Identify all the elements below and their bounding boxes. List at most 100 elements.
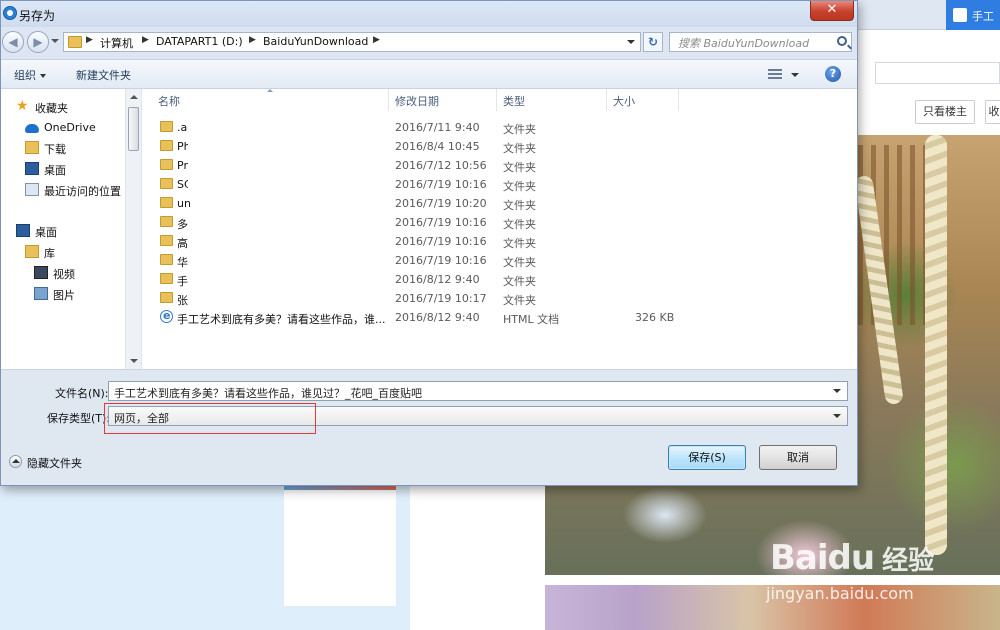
nav-item-videos[interactable]: 视频 [1,263,125,283]
filetype-label: 保存类型(T): [47,412,111,425]
folder-icon [160,178,173,189]
redacted-area [188,211,378,311]
star-icon: ★ [16,98,29,114]
dialog-titlebar[interactable]: 另存为 ✕ [1,1,857,27]
file-type: 文件夹 [503,237,536,250]
history-dropdown-icon[interactable] [51,39,59,43]
help-icon[interactable]: ? [825,66,841,82]
onedrive-icon [25,124,39,133]
file-date: 2016/7/19 10:20 [395,197,487,210]
nav-item-pictures[interactable]: 图片 [1,284,125,304]
file-type: 文件夹 [503,142,536,155]
file-type: 文件夹 [503,161,536,174]
nav-scrollbar[interactable] [125,89,141,369]
close-button[interactable]: ✕ [810,1,854,21]
filename-label: 文件名(N): [55,387,109,400]
search-icon[interactable] [837,36,847,46]
command-toolbar: 组织 新建文件夹 ? [1,59,857,89]
library-icon [25,245,39,258]
folder-icon [160,140,173,151]
new-folder-button[interactable]: 新建文件夹 [76,67,131,83]
folder-icon [160,216,173,227]
file-date: 2016/7/19 10:16 [395,216,487,229]
file-type: 文件夹 [503,123,536,136]
save-as-dialog: 另存为 ✕ ◀ ▶ ▶ 计算机 ▶ DATAPART1 (D:) ▶ Baidu… [0,0,858,486]
collapse-up-icon [9,455,22,468]
breadcrumb-computer[interactable]: 计算机 [100,35,133,51]
pictures-icon [34,287,48,300]
chevron-right-icon[interactable]: ▶ [249,35,256,45]
chevron-right-icon[interactable]: ▶ [142,35,149,45]
back-button[interactable]: ◀ [2,31,24,53]
annotation-highlight-box [104,403,316,434]
file-date: 2016/8/4 10:45 [395,140,480,153]
file-type: 文件夹 [503,218,536,231]
nav-item-library[interactable]: 库 [1,242,125,262]
view-dropdown-icon[interactable] [791,73,799,77]
breadcrumb-drive[interactable]: DATAPART1 (D:) [156,35,243,48]
file-date: 2016/7/19 10:16 [395,178,487,191]
organize-menu[interactable]: 组织 [14,67,46,83]
file-type: 文件夹 [503,294,536,307]
nav-item-desktop-root[interactable]: 桌面 [1,221,125,241]
nav-item-desktop[interactable]: 桌面 [1,159,125,179]
column-header-size[interactable]: 大小 [607,89,679,111]
file-size: 326 KB [635,311,675,324]
forward-button[interactable]: ▶ [27,31,49,53]
file-date: 2016/7/11 9:40 [395,121,480,134]
downloads-folder-icon [25,141,39,154]
folder-icon [160,254,173,265]
file-name: un [177,197,191,210]
folder-icon [160,292,173,303]
scroll-thumb[interactable] [128,107,139,151]
collect-button[interactable]: 收 [985,100,1000,124]
column-header-type[interactable]: 类型 [497,89,607,111]
nav-item-downloads[interactable]: 下载 [1,138,125,158]
file-date: 2016/7/19 10:16 [395,235,487,248]
chevron-down-icon[interactable] [833,389,841,393]
scroll-down-icon[interactable] [130,359,138,363]
chevron-right-icon[interactable]: ▶ [373,35,380,45]
folder-icon [160,273,173,284]
column-header-name[interactable]: 名称 [152,89,390,111]
file-date: 2016/8/12 9:40 [395,311,480,324]
navigation-pane: ★ 收藏夹 OneDrive 下载 桌面 最近访问的位置 桌面 库 视频 图片 [1,89,141,369]
file-type: 文件夹 [503,180,536,193]
column-header-date[interactable]: 修改日期 [388,89,497,111]
app-icon [3,6,17,20]
cancel-button[interactable]: 取消 [759,445,837,470]
file-type: 文件夹 [503,275,536,288]
search-input[interactable]: 搜索 BaiduYunDownload [669,32,852,52]
ie-html-icon [160,309,173,323]
file-type: 文件夹 [503,199,536,212]
chevron-right-icon[interactable]: ▶ [86,35,93,45]
refresh-button[interactable]: ↻ [643,32,663,52]
file-type: HTML 文档 [503,313,560,326]
file-date: 2016/8/12 9:40 [395,273,480,286]
folder-icon [160,235,173,246]
chevron-down-icon[interactable] [833,414,841,418]
navigation-bar: ◀ ▶ ▶ 计算机 ▶ DATAPART1 (D:) ▶ BaiduYunDow… [1,27,857,59]
file-name: 手工艺术到底有多美？请看这些作品，谁... [177,313,386,326]
save-button[interactable]: 保存(S) [668,445,746,470]
folder-icon [160,159,173,170]
scroll-up-icon[interactable] [130,95,138,99]
browser-tab-active[interactable]: 手工 [946,0,1000,30]
nav-item-favorites[interactable]: ★ 收藏夹 [1,97,125,117]
baidu-watermark: Baidu 经验 jingyan.baidu.com [766,538,935,603]
video-icon [34,266,48,279]
page-url-bar[interactable] [875,62,1000,84]
address-dropdown-icon[interactable] [627,40,635,44]
folder-icon [160,197,173,208]
nav-item-onedrive[interactable]: OneDrive [1,118,125,138]
filename-field[interactable]: 手工艺术到底有多美？请看这些作品，谁见过？_花吧_百度贴吧 [108,381,848,401]
baidu-paw-icon [953,8,967,22]
nav-item-recent-places[interactable]: 最近访问的位置 [1,180,125,200]
view-details-icon[interactable] [768,69,782,79]
desktop-icon [25,162,39,175]
breadcrumb-folder[interactable]: BaiduYunDownload [263,35,368,48]
address-bar[interactable]: ▶ 计算机 ▶ DATAPART1 (D:) ▶ BaiduYunDownloa… [63,32,641,52]
file-date: 2016/7/19 10:17 [395,292,487,305]
only-op-button[interactable]: 只看楼主 [915,100,975,124]
save-form: 文件名(N): 手工艺术到底有多美？请看这些作品，谁见过？_花吧_百度贴吧 保存… [1,369,857,485]
